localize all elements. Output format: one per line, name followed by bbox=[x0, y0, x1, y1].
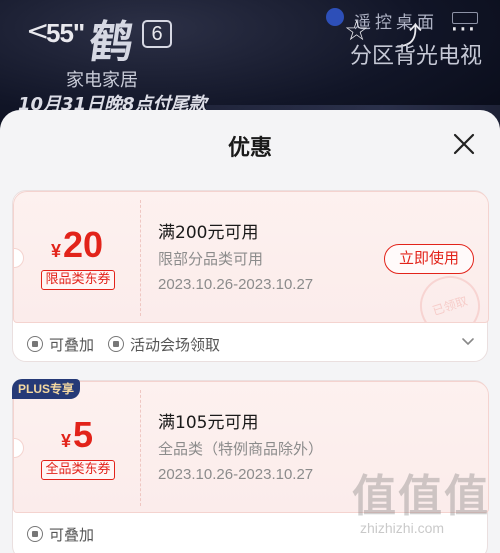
coupon-scope: 全品类（特例商品除外） bbox=[158, 440, 324, 458]
close-icon[interactable] bbox=[452, 132, 476, 156]
coupon-amount: ¥5 bbox=[14, 414, 140, 456]
generation-badge: 6 bbox=[142, 20, 172, 48]
chevron-down-icon[interactable] bbox=[461, 335, 475, 349]
coupon-card: ¥20 限品类东券 满200元可用 限部分品类可用 2023.10.26-202… bbox=[12, 190, 489, 362]
coupon-ticket: ¥20 限品类东券 满200元可用 限部分品类可用 2023.10.26-202… bbox=[13, 191, 489, 323]
promo-subtitle: 家电家居 bbox=[66, 70, 138, 91]
plus-exclusive-badge: PLUS专享 bbox=[12, 379, 81, 399]
watermark: 值值值 bbox=[352, 471, 490, 522]
coupon-validity: 2023.10.26-2023.10.27 bbox=[158, 466, 314, 483]
stackable-icon bbox=[27, 336, 43, 352]
sheet-title: 优惠 bbox=[227, 136, 272, 161]
coupon-meta: 可叠加 活动会场领取 bbox=[27, 333, 220, 355]
currency-symbol: ¥ bbox=[60, 431, 71, 451]
coupon-threshold: 满105元可用 bbox=[158, 413, 259, 433]
coupon-amount: ¥20 bbox=[14, 224, 140, 266]
amount-value: 5 bbox=[72, 414, 94, 455]
brand-logo: 鹤 bbox=[85, 17, 137, 68]
stackable-label: 可叠加 bbox=[49, 525, 95, 544]
ticket-divider bbox=[140, 200, 141, 316]
coupon-type-tag: 限品类东券 bbox=[41, 270, 115, 290]
coupon-meta: 可叠加 bbox=[27, 523, 94, 545]
status-dot-icon bbox=[326, 8, 344, 26]
watermark-url: zhizhizhi.com bbox=[360, 520, 445, 536]
venue-label: 活动会场领取 bbox=[130, 335, 221, 354]
use-now-button[interactable]: 立即使用 bbox=[384, 244, 474, 274]
coupon-validity: 2023.10.26-2023.10.27 bbox=[158, 276, 314, 293]
screen-size-text: 55" bbox=[46, 18, 85, 48]
stackable-label: 可叠加 bbox=[49, 335, 95, 354]
claimed-stamp: 已领取 bbox=[412, 268, 488, 322]
coupon-scope: 限部分品类可用 bbox=[158, 250, 264, 268]
ticket-divider bbox=[140, 390, 141, 506]
amount-value: 20 bbox=[62, 224, 104, 265]
currency-symbol: ¥ bbox=[50, 241, 61, 261]
product-feature-title: 分区背光电视 bbox=[350, 44, 483, 69]
coupon-threshold: 满200元可用 bbox=[158, 223, 259, 243]
venue-icon bbox=[108, 336, 125, 352]
coupon-type-tag: 全品类东券 bbox=[41, 460, 115, 480]
stackable-icon bbox=[27, 526, 43, 542]
